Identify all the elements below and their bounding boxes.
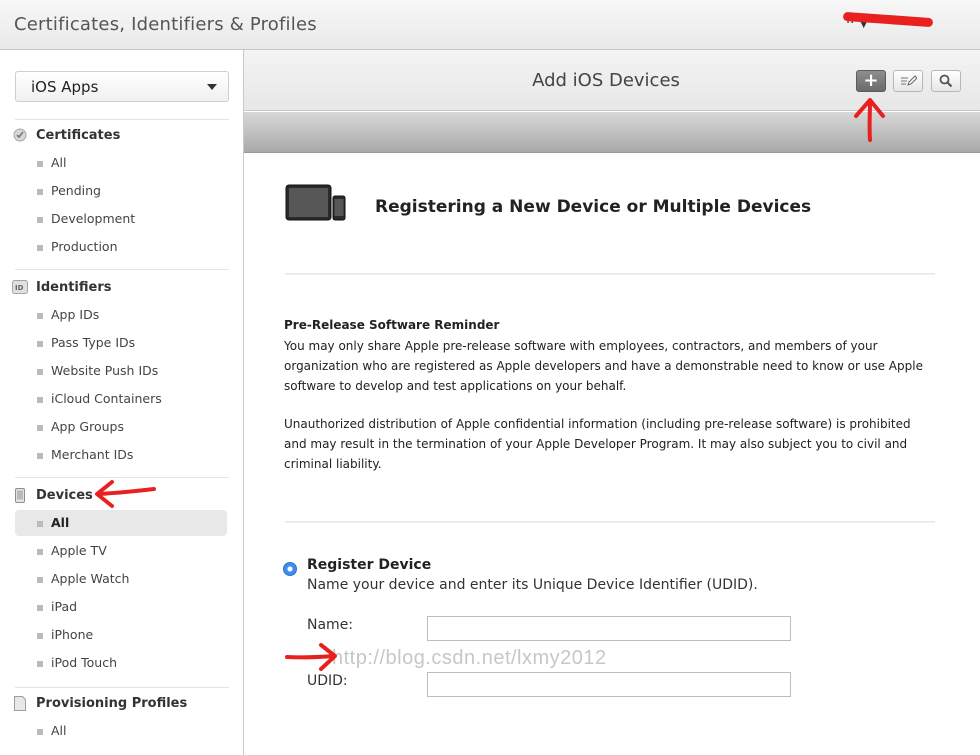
sidebar-item-icloud-containers[interactable]: iCloud Containers	[15, 386, 227, 412]
sidebar-item-apple-tv[interactable]: Apple TV	[15, 538, 227, 564]
top-bar: Certificates, Identifiers & Profiles ·· ▼	[0, 0, 980, 50]
register-device-label: Register Device	[307, 557, 432, 573]
reminder-title: Pre-Release Software Reminder	[284, 318, 500, 332]
sidebar-item-ipad[interactable]: iPad	[15, 594, 227, 620]
sidebar-divider	[15, 269, 229, 270]
sidebar-item-merchant-ids[interactable]: Merchant IDs	[15, 442, 227, 468]
register-device-radio[interactable]	[283, 562, 297, 576]
divider	[285, 521, 935, 523]
sidebar-section-label: Provisioning Profiles	[36, 695, 188, 711]
edit-button[interactable]	[893, 70, 923, 92]
document-icon	[12, 695, 28, 711]
platform-select-value: iOS Apps	[31, 78, 99, 96]
sidebar-divider	[15, 119, 229, 120]
sidebar-item-website-push-ids[interactable]: Website Push IDs	[15, 358, 227, 384]
sidebar-section-label: Certificates	[36, 127, 121, 143]
sidebar-section-label: Devices	[36, 487, 93, 503]
sidebar-item-pass-type-ids[interactable]: Pass Type IDs	[15, 330, 227, 356]
sidebar-item-certificates-production[interactable]: Production	[15, 234, 227, 260]
device-name-input[interactable]	[427, 616, 791, 641]
app-title: Certificates, Identifiers & Profiles	[14, 14, 317, 35]
sidebar-item-devices-all[interactable]: All	[15, 510, 227, 536]
udid-input[interactable]	[427, 672, 791, 697]
sidebar-section-label: Identifiers	[36, 279, 112, 295]
sidebar-item-certificates-all[interactable]: All	[15, 150, 227, 176]
search-icon	[939, 74, 953, 88]
phone-icon	[12, 487, 28, 503]
chevron-down-icon	[207, 84, 217, 90]
udid-field-label: UDID:	[307, 673, 348, 689]
sidebar-section-identifiers[interactable]: ID Identifiers	[12, 277, 112, 297]
sidebar-divider	[15, 687, 229, 688]
register-device-description: Name your device and enter its Unique De…	[307, 577, 758, 593]
section-heading: Registering a New Device or Multiple Dev…	[375, 197, 812, 217]
watermark: http://blog.csdn.net/lxmy2012	[332, 647, 607, 669]
id-badge-icon: ID	[12, 279, 28, 295]
divider	[285, 273, 935, 275]
sidebar-item-apple-watch[interactable]: Apple Watch	[15, 566, 227, 592]
sidebar-item-app-ids[interactable]: App IDs	[15, 302, 227, 328]
annotation-arrow-up	[854, 98, 885, 142]
annotation-arrow-left	[95, 480, 156, 508]
certificate-icon	[12, 127, 28, 143]
sidebar-section-devices[interactable]: Devices	[12, 485, 93, 505]
sidebar-section-certificates[interactable]: Certificates	[12, 125, 120, 145]
warning-body: Unauthorized distribution of Apple confi…	[284, 417, 911, 471]
svg-text:ID: ID	[15, 284, 24, 292]
platform-select[interactable]: iOS Apps	[15, 71, 229, 102]
search-button[interactable]	[931, 70, 961, 92]
sidebar-item-iphone[interactable]: iPhone	[15, 622, 227, 648]
sidebar-section-profiles[interactable]: Provisioning Profiles	[12, 693, 187, 713]
sidebar-item-certificates-pending[interactable]: Pending	[15, 178, 227, 204]
sidebar: iOS Apps Certificates All Pending Develo…	[0, 50, 244, 755]
sidebar-item-app-groups[interactable]: App Groups	[15, 414, 227, 440]
reminder-body: You may only share Apple pre-release sof…	[284, 339, 923, 393]
name-field-label: Name:	[307, 617, 354, 633]
sidebar-item-profiles-all[interactable]: All	[15, 718, 227, 744]
add-button[interactable]: +	[856, 70, 886, 92]
plus-icon: +	[863, 70, 879, 91]
ipad-iphone-icon	[285, 184, 346, 221]
sidebar-item-certificates-development[interactable]: Development	[15, 206, 227, 232]
edit-icon	[901, 75, 917, 86]
annotation-arrow-right	[285, 643, 337, 671]
sidebar-item-ipod-touch[interactable]: iPod Touch	[15, 650, 227, 676]
